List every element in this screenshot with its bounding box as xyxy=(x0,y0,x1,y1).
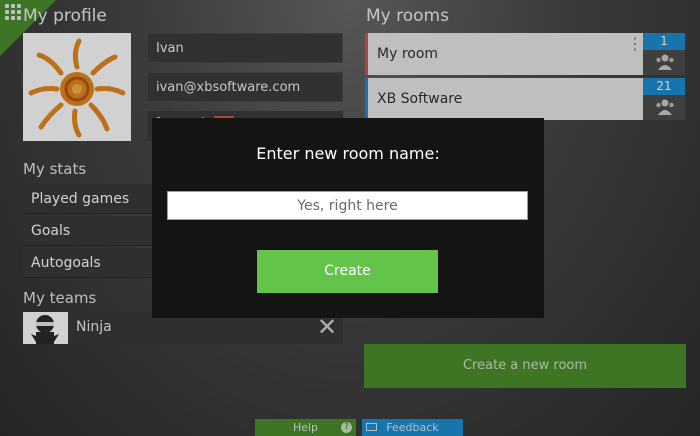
new-room-dialog: Enter new room name: Create xyxy=(152,118,544,318)
dialog-title: Enter new room name: xyxy=(256,144,440,163)
room-name-input[interactable] xyxy=(167,191,528,220)
create-button[interactable]: Create xyxy=(257,250,438,293)
